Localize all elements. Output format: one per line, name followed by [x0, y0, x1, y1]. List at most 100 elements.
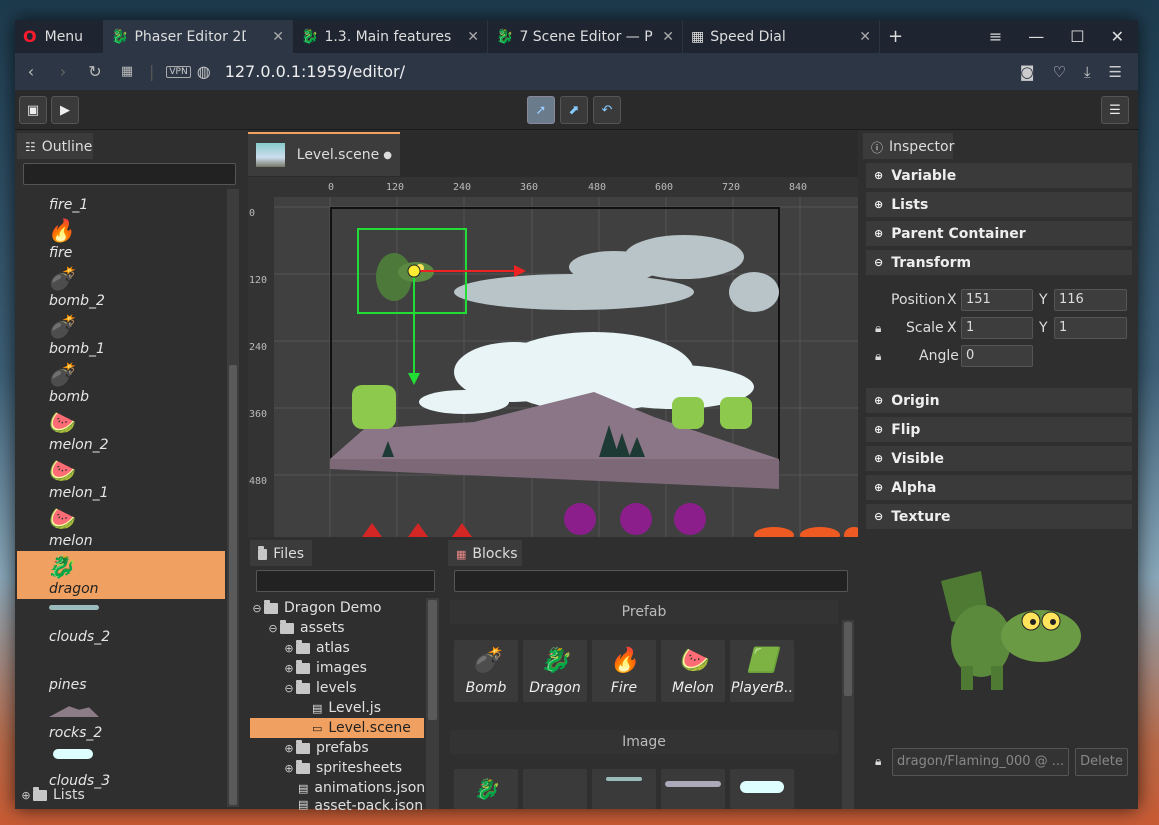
minimize-icon[interactable]: — — [1028, 27, 1044, 46]
gizmo-x-arrowhead[interactable] — [514, 265, 526, 277]
section-parent-container[interactable]: ⊕ Parent Container — [866, 221, 1132, 246]
section-flip[interactable]: ⊕ Flip — [866, 417, 1132, 442]
outline-scrollbar[interactable] — [227, 189, 239, 807]
tree-node-prefabs[interactable]: ⊕ prefabs — [250, 738, 424, 758]
position-x-field[interactable]: 151 — [961, 289, 1033, 311]
prefab-block-dragon[interactable]: 🐉 Dragon — [523, 640, 587, 702]
image-block[interactable] — [523, 769, 587, 809]
scale-x-field[interactable]: 1 — [961, 317, 1033, 339]
browser-tab-main-features[interactable]: 🐉 1.3. Main features — ✕ — [293, 20, 488, 53]
image-block[interactable]: 🐉 — [454, 769, 518, 809]
tree-node-asset-pack-json[interactable]: ▤ asset-pack.json — [250, 798, 424, 810]
outline-item-melon-1[interactable]: 🍉 melon_1 — [17, 455, 225, 503]
outline-item-clouds-3[interactable]: clouds_3 — [17, 743, 225, 791]
image-block[interactable] — [661, 769, 725, 809]
translate-tool-button[interactable]: ➚ — [527, 96, 555, 124]
rotate-tool-button[interactable]: ↶ — [593, 96, 621, 124]
tree-node-images[interactable]: ⊕ images — [250, 658, 424, 678]
blocks-filter-input[interactable] — [454, 570, 848, 592]
main-menu-button[interactable]: ☰ — [1101, 96, 1129, 124]
image-block[interactable] — [592, 769, 656, 809]
vpn-badge[interactable]: VPN — [166, 65, 191, 78]
section-variable[interactable]: ⊕ Variable — [866, 163, 1132, 188]
bomb-sprite[interactable] — [564, 503, 706, 535]
angle-field[interactable]: 0 — [961, 345, 1033, 367]
tree-node-spritesheets[interactable]: ⊕ spritesheets — [250, 758, 424, 778]
scrollbar-thumb[interactable] — [428, 600, 437, 720]
close-icon[interactable]: ✕ — [264, 29, 284, 45]
lock-icon[interactable]: 🔒︎ — [875, 349, 881, 364]
gizmo-origin[interactable] — [407, 264, 421, 278]
scrollbar-thumb[interactable] — [229, 365, 237, 805]
player-button-sprite[interactable] — [352, 385, 396, 429]
outline-item-fire-1[interactable]: fire_1 — [17, 189, 225, 215]
outline-item-melon[interactable]: 🍉 melon — [17, 503, 225, 551]
tabs-grid-icon[interactable]: ▦ — [111, 64, 143, 79]
outline-item-dragon[interactable]: 🐉 dragon — [17, 551, 225, 599]
files-scrollbar[interactable] — [426, 598, 439, 809]
tree-node-atlas[interactable]: ⊕ atlas — [250, 638, 424, 658]
scale-tool-button[interactable]: ⬈ — [560, 96, 588, 124]
browser-tab-phaser[interactable]: 🐉 Phaser Editor 2D - v3 ✕ — [103, 20, 293, 53]
play-button[interactable]: ▶ — [51, 96, 79, 124]
outline-item-bomb-1[interactable]: 💣 bomb_1 — [17, 311, 225, 359]
download-icon[interactable]: ⤓ — [1084, 63, 1091, 81]
outline-lists-node[interactable]: ⊕ Lists — [19, 786, 85, 803]
outline-item-fire[interactable]: 🔥 fire — [17, 215, 225, 263]
tab-menu-icon[interactable]: ≡ — [989, 27, 1002, 46]
tree-node-dragon-demo[interactable]: ⊖ Dragon Demo — [250, 598, 424, 618]
tab-inspector[interactable]: ⓘ Inspector — [863, 133, 954, 159]
tree-node-animations-json[interactable]: ▤ animations.json — [250, 778, 425, 798]
tree-node-level-scene[interactable]: ▭ Level.scene — [250, 718, 424, 738]
browser-tab-speed-dial[interactable]: ▦ Speed Dial ✕ — [683, 20, 880, 53]
section-visible[interactable]: ⊕ Visible — [866, 446, 1132, 471]
new-project-button[interactable]: ▣ — [19, 96, 47, 124]
blocks-scrollbar[interactable] — [842, 620, 854, 809]
opera-menu-button[interactable]: O Menu — [15, 20, 103, 53]
scale-y-field[interactable]: 1 — [1054, 317, 1127, 339]
tree-node-assets[interactable]: ⊖ assets — [250, 618, 424, 638]
tree-node-levels[interactable]: ⊖ levels — [250, 678, 424, 698]
files-filter-input[interactable] — [256, 570, 435, 592]
camera-icon[interactable]: ◙ — [1020, 63, 1035, 81]
prefab-block-fire[interactable]: 🔥 Fire — [592, 640, 656, 702]
gizmo-y-arrowhead[interactable] — [408, 373, 420, 385]
fire-sprite[interactable] — [754, 527, 858, 537]
forward-icon[interactable]: › — [47, 62, 79, 81]
browser-tab-scene-editor[interactable]: 🐉 7 Scene Editor — Ph ✕ — [488, 20, 683, 53]
delete-texture-button[interactable]: Delete — [1075, 748, 1128, 776]
back-icon[interactable]: ‹ — [15, 62, 47, 81]
outline-item-bomb[interactable]: 💣 bomb — [17, 359, 225, 407]
scene-canvas[interactable]: 0 120 240 360 480 600 720 840 0 120 240 … — [248, 177, 858, 537]
section-alpha[interactable]: ⊕ Alpha — [866, 475, 1132, 500]
dragon-sprite[interactable] — [376, 253, 434, 301]
window-close-icon[interactable]: ✕ — [1111, 27, 1124, 46]
tab-files[interactable]: Files — [250, 540, 312, 566]
reload-icon[interactable]: ↻ — [79, 62, 111, 81]
close-icon[interactable]: ✕ — [459, 29, 479, 45]
tab-level-scene[interactable]: Level.scene ● — [248, 132, 400, 176]
lock-icon[interactable]: 🔒︎ — [875, 754, 881, 769]
heart-icon[interactable]: ♡ — [1052, 63, 1065, 81]
section-transform[interactable]: ⊖ Transform — [866, 250, 1132, 275]
outline-item-bomb-2[interactable]: 💣 bomb_2 — [17, 263, 225, 311]
tab-blocks[interactable]: ▦ Blocks — [448, 540, 522, 566]
close-icon[interactable]: ✕ — [654, 29, 674, 45]
outline-filter-input[interactable] — [23, 163, 236, 185]
new-tab-button[interactable]: + — [880, 20, 910, 53]
melon-sprite[interactable] — [362, 523, 472, 537]
outline-item-melon-2[interactable]: 🍉 melon_2 — [17, 407, 225, 455]
section-origin[interactable]: ⊕ Origin — [866, 388, 1132, 413]
outline-item-pines[interactable]: pines — [17, 647, 225, 695]
tab-outline[interactable]: ☷ Outline — [17, 133, 93, 159]
image-block[interactable] — [730, 769, 794, 809]
prefab-block-player-button[interactable]: 🟩 PlayerB.. — [730, 640, 794, 702]
outline-item-clouds-2[interactable]: clouds_2 — [17, 599, 225, 647]
section-lists[interactable]: ⊕ Lists — [866, 192, 1132, 217]
lock-icon[interactable]: 🔒︎ — [875, 321, 881, 336]
tree-node-level-js[interactable]: ▤ Level.js — [250, 698, 424, 718]
prefab-block-melon[interactable]: 🍉 Melon — [661, 640, 725, 702]
section-texture[interactable]: ⊖ Texture — [866, 504, 1132, 529]
url-field[interactable]: 127.0.0.1:1959/editor/ — [225, 62, 405, 81]
position-y-field[interactable]: 116 — [1054, 289, 1127, 311]
